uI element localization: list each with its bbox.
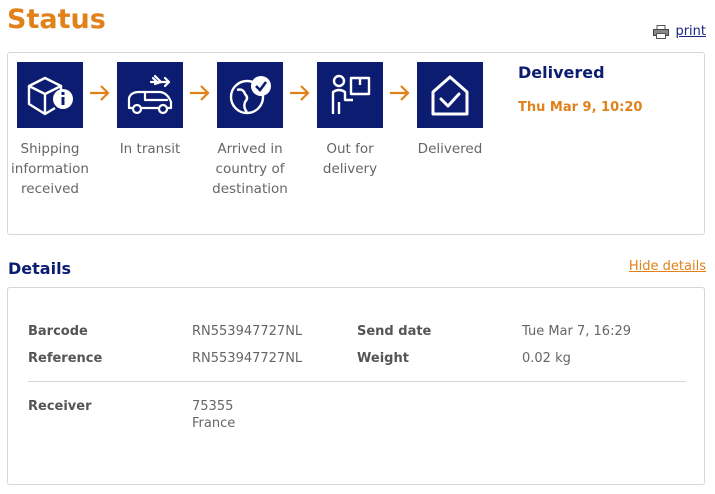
weight-value: 0.02 kg <box>522 351 571 366</box>
barcode-label: Barcode <box>28 324 88 339</box>
status-panel: Shipping information received In transit <box>7 52 705 235</box>
print-label: print <box>675 24 706 39</box>
current-status-timestamp: Thu Mar 9, 10:20 <box>518 100 643 115</box>
step-label: Delivered <box>417 141 483 157</box>
weight-label: Weight <box>357 351 409 366</box>
receiver-label: Receiver <box>28 399 92 414</box>
step-label: Out for delivery <box>322 141 378 177</box>
send-date-value: Tue Mar 7, 16:29 <box>522 324 631 339</box>
receiver-country: France <box>192 416 236 431</box>
box-info-icon <box>17 62 83 128</box>
house-check-icon <box>417 62 483 128</box>
step-delivered: Delivered <box>400 62 500 159</box>
plane-van-icon <box>117 62 183 128</box>
print-link[interactable]: print <box>653 24 706 39</box>
step-in-transit: In transit <box>100 62 200 159</box>
step-shipping-info: Shipping information received <box>0 62 100 199</box>
step-label: Arrived in country of destination <box>212 141 288 197</box>
barcode-value: RN553947727NL <box>192 324 303 339</box>
receiver-postcode: 75355 <box>192 399 234 414</box>
step-label: Shipping information received <box>11 141 89 197</box>
step-label: In transit <box>119 141 181 157</box>
reference-value: RN553947727NL <box>192 351 303 366</box>
details-title: Details <box>8 259 72 278</box>
send-date-label: Send date <box>357 324 432 339</box>
step-arrived-country: Arrived in country of destination <box>200 62 300 199</box>
printer-icon <box>653 24 670 39</box>
reference-label: Reference <box>28 351 103 366</box>
current-status-title: Delivered <box>518 63 605 82</box>
step-out-for-delivery: Out for delivery <box>300 62 400 179</box>
hide-details-link[interactable]: Hide details <box>629 259 706 274</box>
page-title: Status <box>7 4 106 35</box>
courier-icon <box>317 62 383 128</box>
globe-check-icon <box>217 62 283 128</box>
details-divider <box>28 381 686 382</box>
details-panel: Barcode RN553947727NL Send date Tue Mar … <box>7 287 705 485</box>
